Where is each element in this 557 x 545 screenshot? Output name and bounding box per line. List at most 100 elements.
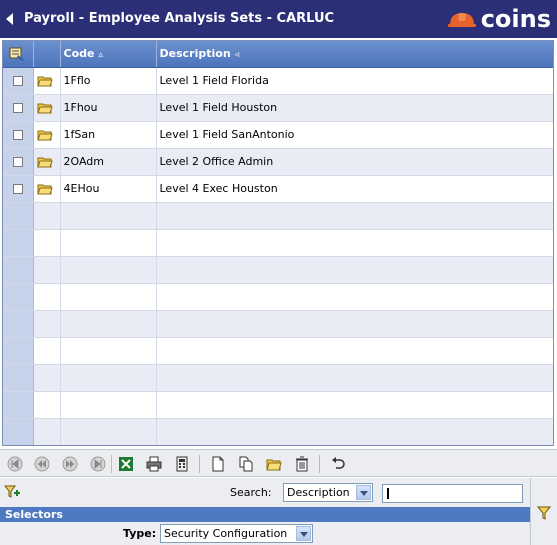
description-cell[interactable]: Level 1 Field Houston: [156, 94, 553, 122]
open-folder-icon[interactable]: [265, 455, 283, 473]
table-row[interactable]: 4EHou Level 4 Exec Houston: [3, 175, 553, 203]
empty-cell: [33, 418, 61, 445]
row-select-cell[interactable]: [3, 94, 34, 122]
row-select-cell: [3, 391, 34, 419]
folder-column-header: [33, 41, 61, 68]
description-column-header[interactable]: Description ◃: [156, 41, 553, 68]
empty-cell: [60, 337, 157, 365]
window-title: Payroll - Employee Analysis Sets - CARLU…: [24, 11, 335, 26]
next-page-icon[interactable]: [61, 455, 79, 473]
row-checkbox[interactable]: [12, 130, 23, 140]
empty-cell: [33, 391, 61, 419]
description-cell[interactable]: Level 1 Field SanAntonio: [156, 121, 553, 149]
empty-cell: [60, 310, 157, 338]
empty-cell: [156, 310, 553, 338]
last-page-icon[interactable]: [89, 455, 107, 473]
undo-icon[interactable]: [329, 455, 347, 473]
first-page-icon[interactable]: [6, 455, 24, 473]
empty-cell: [156, 418, 553, 445]
description-cell[interactable]: Level 4 Exec Houston: [156, 175, 553, 203]
row-folder-cell[interactable]: [33, 67, 61, 95]
empty-row: [3, 364, 553, 392]
row-folder-cell[interactable]: [33, 121, 61, 149]
empty-cell: [33, 364, 61, 392]
code-cell[interactable]: 1fSan: [60, 121, 157, 149]
empty-cell: [60, 364, 157, 392]
empty-row: [3, 283, 553, 311]
open-folder-icon[interactable]: [36, 184, 53, 195]
row-select-cell[interactable]: [3, 67, 34, 95]
row-checkbox[interactable]: [12, 103, 23, 113]
empty-row: [3, 256, 553, 284]
description-cell[interactable]: Level 2 Office Admin: [156, 148, 553, 176]
row-checkbox[interactable]: [12, 184, 23, 194]
search-field-select[interactable]: Description: [283, 483, 373, 502]
print-icon[interactable]: [145, 455, 163, 473]
row-select-cell[interactable]: [3, 148, 34, 176]
sort-ascending-icon[interactable]: ▵: [98, 50, 103, 60]
title-bar: Payroll - Employee Analysis Sets - CARLU…: [0, 0, 557, 38]
brand-wordmark: coins: [480, 5, 551, 33]
type-select[interactable]: Security Configuration: [160, 524, 313, 543]
search-input[interactable]: [382, 484, 523, 503]
empty-row: [3, 202, 553, 230]
open-folder-icon[interactable]: [36, 130, 53, 141]
open-folder-icon[interactable]: [36, 157, 53, 168]
empty-cell: [60, 229, 157, 257]
table-row[interactable]: 1Fhou Level 1 Field Houston: [3, 94, 553, 122]
empty-cell: [33, 256, 61, 284]
back-arrow-icon[interactable]: [6, 13, 13, 25]
row-select-cell: [3, 310, 34, 338]
grid-toolbar: [0, 449, 557, 477]
empty-cell: [156, 364, 553, 392]
chevron-down-icon[interactable]: [356, 485, 371, 500]
sort-indicator-icon[interactable]: ◃: [235, 50, 240, 60]
table-row[interactable]: 1Fflo Level 1 Field Florida: [3, 67, 553, 95]
empty-cell: [60, 202, 157, 230]
column-options-header[interactable]: [3, 41, 34, 68]
open-folder-icon[interactable]: [36, 103, 53, 114]
code-cell[interactable]: 2OAdm: [60, 148, 157, 176]
type-label: Type:: [123, 527, 157, 540]
text-caret: [387, 488, 389, 499]
excel-export-icon[interactable]: [117, 455, 135, 473]
selectors-heading: Selectors: [0, 507, 530, 522]
table-row[interactable]: 2OAdm Level 2 Office Admin: [3, 148, 553, 176]
copy-record-icon[interactable]: [237, 455, 255, 473]
filter-side-panel: [530, 478, 557, 545]
new-record-icon[interactable]: [209, 455, 227, 473]
row-select-cell: [3, 229, 34, 257]
row-select-cell: [3, 337, 34, 365]
selectors-panel: Type: Security Configuration: [0, 522, 530, 545]
row-folder-cell[interactable]: [33, 148, 61, 176]
code-cell[interactable]: 1Fflo: [60, 67, 157, 95]
calculator-icon[interactable]: [173, 455, 191, 473]
open-folder-icon[interactable]: [36, 76, 53, 87]
row-select-cell[interactable]: [3, 121, 34, 149]
filter-icon[interactable]: [535, 504, 553, 522]
search-label: Search:: [230, 486, 272, 499]
column-chooser-icon[interactable]: [8, 46, 26, 62]
row-folder-cell[interactable]: [33, 175, 61, 203]
row-select-cell: [3, 256, 34, 284]
delete-icon[interactable]: [293, 455, 311, 473]
chevron-down-icon[interactable]: [296, 526, 311, 541]
add-filter-icon[interactable]: [4, 483, 22, 501]
empty-cell: [156, 256, 553, 284]
code-column-header[interactable]: Code ▵: [60, 41, 157, 68]
empty-row: [3, 337, 553, 365]
previous-page-icon[interactable]: [33, 455, 51, 473]
row-select-cell: [3, 283, 34, 311]
code-cell[interactable]: 1Fhou: [60, 94, 157, 122]
empty-cell: [156, 202, 553, 230]
empty-cell: [33, 337, 61, 365]
empty-cell: [33, 202, 61, 230]
row-checkbox[interactable]: [12, 157, 23, 167]
row-checkbox[interactable]: [12, 76, 23, 86]
description-cell[interactable]: Level 1 Field Florida: [156, 67, 553, 95]
code-cell[interactable]: 4EHou: [60, 175, 157, 203]
row-select-cell[interactable]: [3, 175, 34, 203]
row-folder-cell[interactable]: [33, 94, 61, 122]
empty-row: [3, 391, 553, 419]
table-row[interactable]: 1fSan Level 1 Field SanAntonio: [3, 121, 553, 149]
